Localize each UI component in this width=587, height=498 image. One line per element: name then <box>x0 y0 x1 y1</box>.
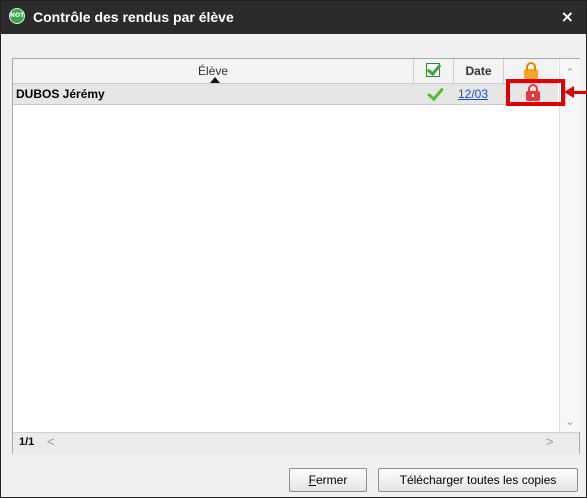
dialog-title: Contrôle des rendus par élève <box>33 9 234 25</box>
date-link[interactable]: 12/03 <box>458 87 488 101</box>
table-row[interactable]: DUBOS Jérémy 12/03 <box>13 83 558 105</box>
close-button-label: ermer <box>316 473 348 487</box>
annotation-arrow-shaft <box>572 91 587 94</box>
lock-cell[interactable] <box>504 84 558 104</box>
page-counter: 1/1 <box>19 436 35 448</box>
column-header-lock[interactable] <box>504 59 558 83</box>
title-bar: NOT Contrôle des rendus par élève × <box>1 1 586 34</box>
column-header-check[interactable] <box>414 59 454 83</box>
sort-ascending-icon <box>210 77 220 83</box>
close-button[interactable]: Fermer <box>289 468 367 492</box>
close-button-accelerator: F <box>308 473 316 487</box>
grid-footer: 1/1 < > <box>13 432 579 454</box>
column-header-date[interactable]: Date <box>454 59 504 83</box>
checkbox-checked-icon <box>426 63 440 77</box>
download-all-copies-button[interactable]: Télécharger toutes les copies <box>378 468 578 492</box>
close-icon[interactable]: × <box>561 7 574 26</box>
app-logo-icon: NOT <box>9 8 25 24</box>
scroll-right-icon[interactable]: > <box>546 434 554 449</box>
student-name: DUBOS Jérémy <box>16 87 105 101</box>
vertical-scrollbar[interactable]: ⌃ ⌄ <box>559 59 580 432</box>
grid-header: Élève Date <box>13 59 558 84</box>
scroll-left-icon[interactable]: < <box>47 434 55 449</box>
lock-icon <box>524 62 538 79</box>
red-lock-icon[interactable] <box>526 84 540 101</box>
students-grid: Élève Date DUBOS Jérémy 12/03 ⌃ ⌄ 1/1 < … <box>12 58 580 454</box>
column-header-eleve[interactable]: Élève <box>13 59 414 83</box>
column-date-label: Date <box>465 64 492 78</box>
status-cell <box>414 83 454 104</box>
scroll-down-icon[interactable]: ⌄ <box>560 414 580 431</box>
scroll-up-icon[interactable]: ⌃ <box>560 65 580 82</box>
date-cell: 12/03 <box>454 84 504 104</box>
green-check-icon <box>427 83 444 102</box>
dialog-window: NOT Contrôle des rendus par élève × Élèv… <box>0 0 587 498</box>
annotation-arrow-icon <box>564 86 574 98</box>
column-eleve-label: Élève <box>197 64 229 78</box>
